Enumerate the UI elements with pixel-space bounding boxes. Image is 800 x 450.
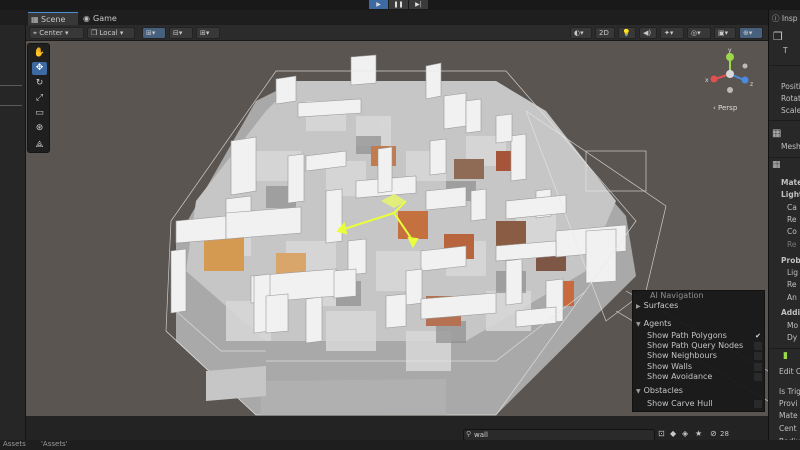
custom-tool[interactable]: ⟁ (32, 139, 47, 152)
hidden-objects-toggle[interactable]: ◎▾ (687, 27, 711, 39)
rotate-tool[interactable]: ↻ (32, 77, 47, 90)
svg-text:z: z (750, 81, 753, 88)
svg-text:y: y (728, 47, 732, 54)
pivot-dropdown[interactable]: ⌖ Center ▾ (29, 27, 84, 39)
check-icon: ✔ (755, 332, 761, 340)
svg-text:x: x (705, 77, 709, 84)
rect-icon: ▭ (35, 108, 44, 118)
show-carve-hull-checkbox[interactable] (754, 400, 762, 408)
sphere-icon: ◐ (574, 29, 581, 37)
move-tool[interactable]: ✥ (32, 62, 47, 75)
surfaces-foldout[interactable]: ▶ Surfaces (636, 301, 678, 310)
snap-increment-button[interactable]: ⊞▾ (196, 27, 220, 39)
show-path-polygons-checkbox[interactable]: ✔ (754, 332, 762, 340)
mesh-renderer-icon: ▦ (772, 160, 781, 170)
hand-icon: ✋ (33, 48, 46, 58)
assets-breadcrumb[interactable]: 'Assets' (41, 440, 68, 448)
perspective-label[interactable]: ‹ Persp (713, 104, 737, 112)
scale-icon: ⤢ (35, 93, 44, 103)
ai-navigation-title: AI Navigation (650, 291, 704, 300)
scale-tool[interactable]: ⤢ (32, 92, 47, 105)
chevron-right-icon: ▶ (636, 303, 641, 310)
grid-snap-button[interactable]: ⊞▾ (142, 27, 166, 39)
gamepad-icon: ◉ (83, 14, 90, 23)
audio-toggle[interactable]: ◀) (639, 27, 657, 39)
globe-icon: ⊕ (743, 29, 749, 37)
rect-tool[interactable]: ▭ (32, 107, 47, 120)
space-dropdown[interactable]: ❒ Local ▾ (87, 27, 135, 39)
cube-icon: ❒ (91, 29, 98, 37)
search-icon: ⚲ (466, 430, 472, 438)
star-icon: ★ (695, 429, 703, 438)
step-button[interactable]: ▶| (409, 0, 428, 9)
assets-tab[interactable]: Assets (3, 440, 26, 448)
grid-icon: ⊞ (146, 29, 152, 37)
show-neighbours-checkbox[interactable] (754, 352, 762, 360)
camera-icon: ▣ (718, 29, 725, 37)
nav-modifier-icon: ▮ (783, 351, 788, 361)
show-path-polygons-label: Show Path Polygons (647, 331, 727, 340)
project-panel-header (26, 416, 768, 440)
custom-tool-icon: ⟁ (35, 140, 44, 150)
move-icon: ✥ (35, 63, 44, 73)
tag-icon: ◆ (670, 429, 677, 438)
agents-foldout[interactable]: ▼ Agents (636, 319, 671, 328)
eye-slash-icon: ⊘ (710, 429, 717, 438)
tab-row: ▦ Scene ◉ Game (0, 10, 800, 25)
shading-mode-button[interactable]: ◐▾ (570, 27, 592, 39)
chevron-down-icon: ▼ (636, 388, 641, 395)
hand-tool[interactable]: ✋ (32, 47, 47, 60)
rotate-icon: ↻ (35, 78, 44, 88)
tab-scene[interactable]: ▦ Scene (28, 12, 78, 25)
transform-tool[interactable]: ⊛ (32, 122, 47, 135)
effects-icon: ✦ (664, 29, 670, 37)
transform-icon: ⊛ (35, 123, 44, 133)
show-avoidance-label: Show Avoidance (647, 372, 713, 381)
effects-toggle[interactable]: ✦▾ (660, 27, 684, 39)
hierarchy-panel-edge[interactable] (0, 25, 26, 440)
show-walls-checkbox[interactable] (754, 363, 762, 371)
cube-icon: ❒ (773, 30, 783, 43)
tool-palette: ✋ ✥ ↻ ⤢ ▭ ⊛ ⟁ (27, 43, 50, 153)
mesh-filter-icon: ▦ (772, 128, 782, 139)
inspector-tab[interactable]: ⓘ Insp (772, 13, 798, 24)
grid-toggle-icon: ⊟ (173, 29, 179, 37)
show-neighbours-label: Show Neighbours (647, 351, 717, 360)
play-icon: ▶ (376, 1, 381, 8)
play-controls: ▶ ❚❚ ▶| (369, 0, 428, 9)
pivot-icon: ⌖ (33, 29, 37, 37)
tab-game[interactable]: ◉ Game (80, 12, 128, 25)
show-path-query-nodes-checkbox[interactable] (754, 342, 762, 350)
show-walls-label: Show Walls (647, 362, 693, 371)
grid-visibility-button[interactable]: ⊟▾ (169, 27, 193, 39)
pause-icon: ❚❚ (393, 1, 404, 8)
pause-button[interactable]: ❚❚ (389, 0, 408, 9)
show-path-query-nodes-label: Show Path Query Nodes (647, 341, 744, 350)
lock-icon: ◈ (682, 429, 689, 438)
chevron-down-icon: ▼ (636, 321, 641, 328)
info-icon: ⓘ (772, 14, 780, 23)
filter-type-icon: ⊡ (658, 429, 665, 438)
lightbulb-icon: 💡 (622, 29, 631, 37)
show-avoidance-checkbox[interactable] (754, 373, 762, 381)
lighting-toggle[interactable]: 💡 (618, 27, 636, 39)
inspector-panel: ⓘ Insp ❒ T Positi Rotat Scale ▦ Mesh ▦ M… (768, 10, 800, 450)
status-row: Assets 'Assets' (0, 440, 800, 450)
ai-navigation-overlay: AI Navigation ▶ Surfaces ▼ Agents Show Pat… (632, 290, 765, 412)
camera-settings-button[interactable]: ▣▾ (714, 27, 736, 39)
scene-toolbar: ⌖ Center ▾ ❒ Local ▾ ⊞▾ ⊟▾ ⊞▾ ◐▾ 2D 💡 ◀)… (26, 25, 768, 41)
eye-off-icon: ◎ (691, 29, 698, 37)
gizmos-button[interactable]: ⊕▾ (739, 27, 763, 39)
show-carve-hull-label: Show Carve Hull (647, 399, 713, 408)
obstacles-foldout[interactable]: ▼ Obstacles (636, 386, 683, 395)
play-button[interactable]: ▶ (369, 0, 388, 9)
ruler-icon: ⊞ (200, 29, 206, 37)
speaker-icon: ◀) (643, 29, 652, 37)
play-bar: ▶ ❚❚ ▶| (0, 0, 800, 10)
package-count: 28 (720, 430, 729, 438)
2d-toggle[interactable]: 2D (595, 27, 615, 39)
step-icon: ▶| (415, 1, 422, 8)
